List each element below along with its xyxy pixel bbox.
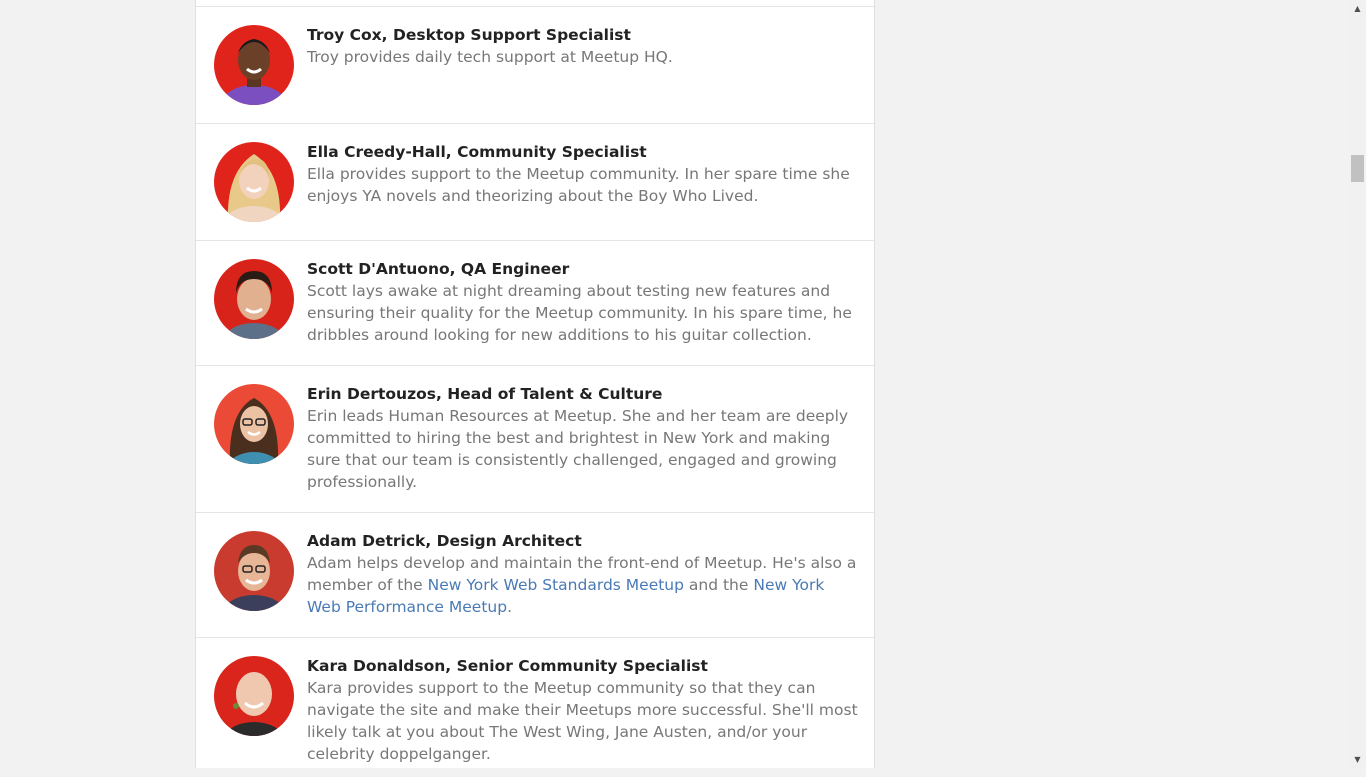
avatar xyxy=(214,142,294,222)
team-list: Troy Cox, Desktop Support Specialist Tro… xyxy=(195,0,875,768)
member-name: Adam Detrick, Design Architect xyxy=(307,532,582,550)
avatar-photo xyxy=(214,259,294,339)
member-name: Erin Dertouzos, Head of Talent & Culture xyxy=(307,385,663,403)
member-name: Troy Cox, Desktop Support Specialist xyxy=(307,26,631,44)
avatar-photo xyxy=(214,142,294,222)
member-bio: Scott lays awake at night dreaming about… xyxy=(307,282,852,344)
avatar-photo xyxy=(214,384,294,464)
avatar xyxy=(214,384,294,464)
list-item: Scott D'Antuono, QA Engineer Scott lays … xyxy=(196,240,874,365)
list-item: Troy Cox, Desktop Support Specialist Tro… xyxy=(196,6,874,123)
avatar xyxy=(214,531,294,611)
page: Troy Cox, Desktop Support Specialist Tro… xyxy=(0,0,1349,768)
member-bio-connector: and the xyxy=(683,576,754,594)
avatar-photo xyxy=(214,531,294,611)
avatar xyxy=(214,25,294,105)
member-bio: Ella provides support to the Meetup comm… xyxy=(307,165,850,205)
scroll-thumb[interactable] xyxy=(1351,155,1364,182)
member-bio: Erin leads Human Resources at Meetup. Sh… xyxy=(307,407,849,491)
list-item: Ella Creedy-Hall, Community Specialist E… xyxy=(196,123,874,240)
member-bio: Troy provides daily tech support at Meet… xyxy=(307,48,673,66)
web-standards-meetup-link[interactable]: New York Web Standards Meetup xyxy=(428,576,684,594)
member-bio: Kara provides support to the Meetup comm… xyxy=(307,679,858,763)
list-item: Erin Dertouzos, Head of Talent & Culture… xyxy=(196,365,874,512)
member-name: Ella Creedy-Hall, Community Specialist xyxy=(307,143,647,161)
list-item: Adam Detrick, Design Architect Adam help… xyxy=(196,512,874,637)
avatar-photo xyxy=(214,25,294,105)
scroll-up-arrow-icon[interactable]: ▲ xyxy=(1349,0,1366,17)
vertical-scrollbar[interactable]: ▲ ▼ xyxy=(1349,0,1366,768)
member-name: Kara Donaldson, Senior Community Special… xyxy=(307,657,708,675)
avatar-photo xyxy=(214,656,294,736)
member-bio-end: . xyxy=(507,598,512,616)
avatar xyxy=(214,656,294,736)
list-item: Kara Donaldson, Senior Community Special… xyxy=(196,637,874,777)
avatar xyxy=(214,259,294,339)
member-name: Scott D'Antuono, QA Engineer xyxy=(307,260,570,278)
scroll-down-arrow-icon[interactable]: ▼ xyxy=(1349,751,1366,768)
